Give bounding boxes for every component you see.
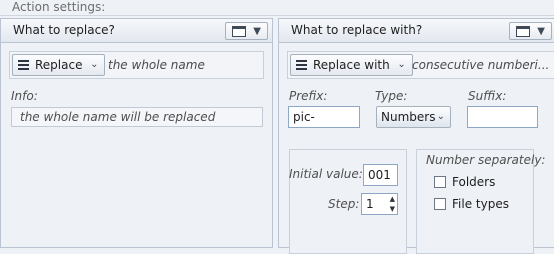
replace-dropdown-button[interactable]: Replace ⌄: [12, 54, 106, 76]
window-icon: [232, 26, 246, 37]
step-spinner[interactable]: 1 ▲ ▼: [361, 193, 398, 215]
initial-value-label: Initial value:: [289, 167, 363, 181]
initial-value-input[interactable]: 001: [363, 164, 398, 186]
replace-panel-header: What to replace? ▼: [1, 19, 272, 43]
type-label: Type:: [375, 89, 408, 103]
panel-layout-button[interactable]: ▼: [225, 22, 268, 40]
replace-with-panel: What to replace with? ▼ Replace with ⌄ c…: [278, 18, 554, 254]
type-select-value: Numbers: [381, 110, 436, 124]
folders-label[interactable]: Folders: [452, 175, 495, 189]
chevron-down-icon: ▼: [537, 26, 545, 37]
replace-panel: What to replace? ▼ Replace ⌄ the whole n…: [0, 18, 273, 248]
action-settings-title: Action settings:: [12, 0, 106, 14]
replace-with-strip: Replace with ⌄ consecutive numberi...: [287, 51, 554, 79]
initial-value: 001: [368, 168, 391, 182]
info-text: the whole name will be replaced: [11, 107, 263, 127]
window-icon: [516, 26, 530, 37]
replace-with-panel-title: What to replace with?: [291, 23, 423, 37]
number-separately-label: Number separately:: [426, 153, 546, 167]
step-label: Step:: [328, 197, 360, 211]
type-select[interactable]: Numbers ⌄: [376, 106, 451, 128]
prefix-input[interactable]: pic-: [288, 106, 360, 128]
chevron-down-icon: ▼: [253, 26, 261, 37]
replace-strip: Replace ⌄ the whole name: [9, 51, 264, 79]
file-types-label[interactable]: File types: [452, 197, 509, 211]
replace-with-dropdown-label: Replace with: [313, 58, 390, 72]
suffix-input[interactable]: [467, 106, 538, 128]
folders-checkbox[interactable]: [434, 176, 446, 188]
replace-with-target-text: consecutive numberi...: [412, 58, 550, 72]
chevron-down-icon: ⌄: [397, 59, 406, 70]
chevron-down-icon: ⌄: [436, 111, 445, 122]
replace-with-panel-header: What to replace with? ▼: [279, 19, 554, 43]
step-value: 1: [366, 197, 374, 211]
file-types-checkbox[interactable]: [434, 198, 446, 210]
spinner-arrows-icon[interactable]: ▲ ▼: [390, 194, 395, 214]
menu-icon: [18, 60, 29, 70]
replace-target-text: the whole name: [108, 58, 205, 72]
divider: [0, 15, 554, 16]
panel-layout-button[interactable]: ▼: [509, 22, 552, 40]
suffix-label: Suffix:: [468, 89, 507, 103]
chevron-down-icon: ⌄: [90, 59, 99, 70]
menu-icon: [296, 60, 307, 70]
replace-dropdown-label: Replace: [35, 58, 83, 72]
replace-panel-title: What to replace?: [13, 23, 115, 37]
replace-with-dropdown-button[interactable]: Replace with ⌄: [290, 54, 413, 76]
info-label: Info:: [11, 89, 38, 103]
prefix-label: Prefix:: [289, 89, 328, 103]
